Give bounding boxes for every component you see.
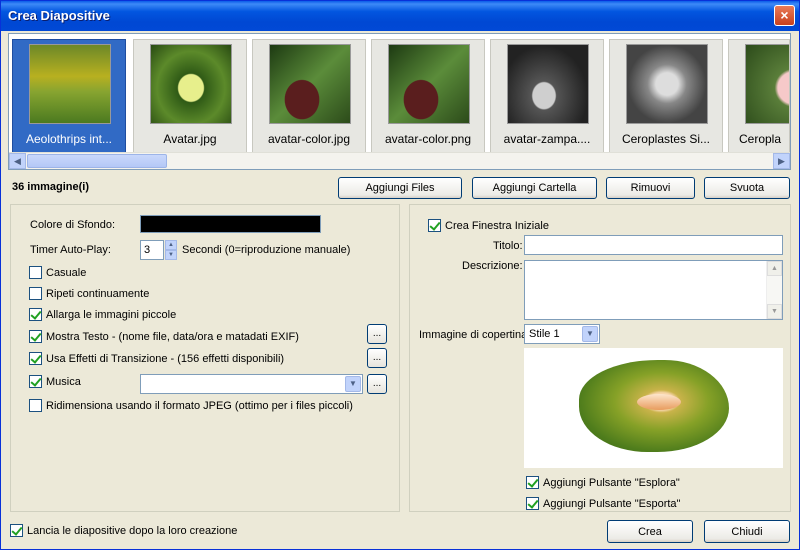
descrizione-scrollbar[interactable]: ▲ ▼ <box>766 261 782 319</box>
clear-button[interactable]: Svuota <box>704 177 790 199</box>
lancia-label: Lancia le diapositive dopo la loro creaz… <box>27 525 238 537</box>
effetti-options-button[interactable]: ... <box>367 348 387 368</box>
casuale-checkbox[interactable] <box>29 266 42 279</box>
thumbnail-image <box>626 44 708 124</box>
crea-finestra-label: Crea Finestra Iniziale <box>445 220 549 232</box>
thumbnail-strip[interactable]: Aeolothrips int... Avatar.jpg avatar-col… <box>8 33 791 170</box>
scrollbar-thumb[interactable] <box>27 154 167 168</box>
copertina-value: Stile 1 <box>529 328 560 340</box>
thumbnail-caption: avatar-zampa.... <box>503 132 591 146</box>
close-button[interactable]: × <box>774 5 795 26</box>
crea-button[interactable]: Crea <box>607 520 693 543</box>
add-folder-button[interactable]: Aggiungi Cartella <box>472 177 597 199</box>
allarga-checkbox[interactable] <box>29 308 42 321</box>
titolo-input[interactable] <box>524 235 783 255</box>
crea-finestra-checkbox[interactable] <box>428 219 441 232</box>
ripeti-label: Ripeti continuamente <box>46 288 150 300</box>
casuale-label: Casuale <box>46 267 87 279</box>
thumbnail-image <box>150 44 232 124</box>
add-files-button[interactable]: Aggiungi Files <box>338 177 462 199</box>
title-bar[interactable]: Crea Diapositive × <box>1 1 799 31</box>
thumbnail-item[interactable]: avatar-zampa.... <box>490 39 604 153</box>
effetti-label: Usa Effetti di Transizione - (156 effett… <box>46 353 285 365</box>
esporta-checkbox[interactable] <box>526 497 539 510</box>
ripeti-option[interactable]: Ripeti continuamente <box>29 287 149 300</box>
thumbnail-item[interactable]: Ceropla <box>728 39 790 153</box>
scroll-down-icon[interactable]: ▼ <box>767 304 782 319</box>
descrizione-input[interactable]: ▲ ▼ <box>524 260 783 320</box>
thumbnail-item[interactable]: avatar-color.png <box>371 39 485 153</box>
ridimensiona-option[interactable]: Ridimensiona usando il formato JPEG (ott… <box>29 399 353 412</box>
effetti-checkbox[interactable] <box>29 352 42 365</box>
mostra-testo-options-button[interactable]: ... <box>367 324 387 344</box>
esplora-checkbox[interactable] <box>526 476 539 489</box>
crea-finestra-option[interactable]: Crea Finestra Iniziale <box>428 219 549 232</box>
thumbnail-image <box>507 44 589 124</box>
ripeti-checkbox[interactable] <box>29 287 42 300</box>
scroll-up-icon[interactable]: ▲ <box>767 261 782 276</box>
ridimensiona-label: Ridimensiona usando il formato JPEG (ott… <box>46 400 353 412</box>
close-icon: × <box>780 7 789 23</box>
titolo-label: Titolo: <box>493 240 523 252</box>
lancia-checkbox[interactable] <box>10 524 23 537</box>
esporta-label: Aggiungi Pulsante "Esporta" <box>543 498 681 510</box>
esplora-option[interactable]: Aggiungi Pulsante "Esplora" <box>526 476 680 489</box>
copertina-label: Immagine di copertina: <box>419 329 531 341</box>
cover-preview <box>524 348 783 468</box>
chiudi-button[interactable]: Chiudi <box>704 520 790 543</box>
mostra-testo-label: Mostra Testo - (nome file, data/ora e ma… <box>46 331 299 343</box>
insect-shape <box>637 394 681 410</box>
esplora-label: Aggiungi Pulsante "Esplora" <box>543 477 680 489</box>
thumbnail-item[interactable]: Avatar.jpg <box>133 39 247 153</box>
thumbnail-image <box>745 44 789 124</box>
mostra-testo-option[interactable]: Mostra Testo - (nome file, data/ora e ma… <box>29 330 299 343</box>
window-title: Crea Diapositive <box>8 8 110 23</box>
cover-preview-image <box>579 360 729 452</box>
thumbnail-caption: Aeolothrips int... <box>25 132 113 146</box>
thumbnail-caption: avatar-color.png <box>384 132 472 146</box>
thumbnail-caption: avatar-color.jpg <box>267 132 351 146</box>
ridimensiona-checkbox[interactable] <box>29 399 42 412</box>
timer-label: Timer Auto-Play: <box>30 244 111 256</box>
remove-button[interactable]: Rimuovi <box>606 177 695 199</box>
thumbnail-item[interactable]: Aeolothrips int... <box>12 39 126 153</box>
spin-up-icon[interactable]: ▲ <box>165 240 177 250</box>
musica-option[interactable]: Musica <box>29 375 81 388</box>
scroll-left-icon[interactable]: ◀ <box>9 153 26 169</box>
musica-select[interactable]: ▼ <box>140 374 363 394</box>
effetti-option[interactable]: Usa Effetti di Transizione - (156 effett… <box>29 352 284 365</box>
bg-color-picker[interactable] <box>140 215 321 233</box>
thumbnail-caption: Ceroplastes Si... <box>621 132 711 146</box>
timer-suffix: Secondi (0=riproduzione manuale) <box>182 244 351 256</box>
musica-label: Musica <box>46 376 81 388</box>
thumbnail-caption: Ceropla <box>739 132 782 146</box>
chevron-down-icon[interactable]: ▼ <box>345 376 361 392</box>
thumbnail-image <box>29 44 111 124</box>
mostra-testo-checkbox[interactable] <box>29 330 42 343</box>
thumbnail-item[interactable]: Ceroplastes Si... <box>609 39 723 153</box>
lancia-option[interactable]: Lancia le diapositive dopo la loro creaz… <box>10 524 237 537</box>
chevron-down-icon[interactable]: ▼ <box>582 326 598 342</box>
dialog-window: Crea Diapositive × Aeolothrips int... Av… <box>0 0 800 550</box>
horizontal-scrollbar[interactable]: ◀ ▶ <box>9 152 790 169</box>
bg-color-label: Colore di Sfondo: <box>30 219 115 231</box>
scroll-right-icon[interactable]: ▶ <box>773 153 790 169</box>
allarga-option[interactable]: Allarga le immagini piccole <box>29 308 176 321</box>
musica-browse-button[interactable]: ... <box>367 374 387 394</box>
casuale-option[interactable]: Casuale <box>29 266 86 279</box>
thumbnail-caption: Avatar.jpg <box>163 132 217 146</box>
spin-down-icon[interactable]: ▼ <box>165 250 177 260</box>
esporta-option[interactable]: Aggiungi Pulsante "Esporta" <box>526 497 680 510</box>
descrizione-label: Descrizione: <box>462 260 523 272</box>
image-count: 36 immagine(i) <box>12 181 90 193</box>
thumbnail-image <box>269 44 351 124</box>
thumbnail-image <box>388 44 470 124</box>
thumbnail-item[interactable]: avatar-color.jpg <box>252 39 366 153</box>
timer-input[interactable]: 3 <box>140 240 164 260</box>
musica-checkbox[interactable] <box>29 375 42 388</box>
allarga-label: Allarga le immagini piccole <box>46 309 177 321</box>
copertina-select[interactable]: Stile 1 ▼ <box>524 324 600 344</box>
